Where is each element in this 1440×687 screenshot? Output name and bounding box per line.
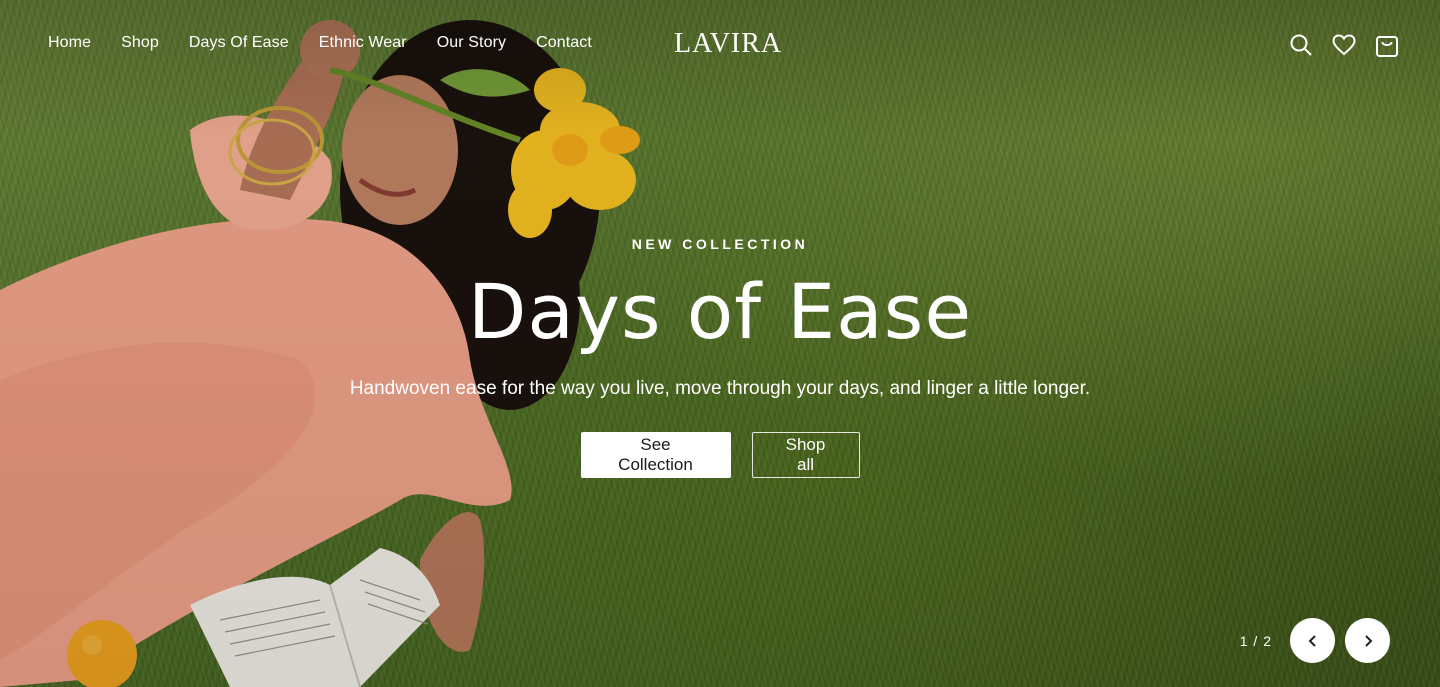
- shop-all-button[interactable]: Shop all: [751, 432, 860, 478]
- slide-counter: 1 / 2: [1239, 632, 1272, 649]
- heart-icon[interactable]: [1331, 30, 1357, 60]
- chevron-left-icon: [1308, 634, 1316, 647]
- header-actions: [1288, 30, 1400, 60]
- site-header: Home Shop Days Of Ease Ethnic Wear Our S…: [0, 0, 1440, 90]
- search-icon[interactable]: [1288, 30, 1314, 60]
- nav-days-of-ease[interactable]: Days Of Ease: [189, 34, 289, 52]
- brand-logo[interactable]: LAVIRA: [674, 28, 781, 60]
- nav-our-story[interactable]: Our Story: [437, 34, 506, 52]
- chevron-right-icon: [1364, 634, 1372, 647]
- hero-title: Days of Ease: [467, 267, 973, 356]
- bag-icon[interactable]: [1374, 30, 1400, 60]
- prev-slide-button[interactable]: [1290, 618, 1335, 663]
- nav-ethnic-wear[interactable]: Ethnic Wear: [319, 34, 407, 52]
- hero-content: NEW COLLECTION Days of Ease Handwoven ea…: [0, 236, 1440, 478]
- next-slide-button[interactable]: [1345, 618, 1390, 663]
- slider-controls: 1 / 2: [1240, 618, 1390, 663]
- nav-contact[interactable]: Contact: [536, 34, 592, 52]
- hero-subtitle: Handwoven ease for the way you live, mov…: [349, 378, 1091, 399]
- hero-cta-group: See Collection Shop all: [0, 432, 1440, 478]
- nav-shop[interactable]: Shop: [121, 34, 159, 52]
- nav-home[interactable]: Home: [48, 34, 91, 52]
- see-collection-button[interactable]: See Collection: [580, 432, 731, 478]
- hero-eyebrow: NEW COLLECTION: [631, 236, 809, 252]
- main-nav: Home Shop Days Of Ease Ethnic Wear Our S…: [48, 34, 622, 52]
